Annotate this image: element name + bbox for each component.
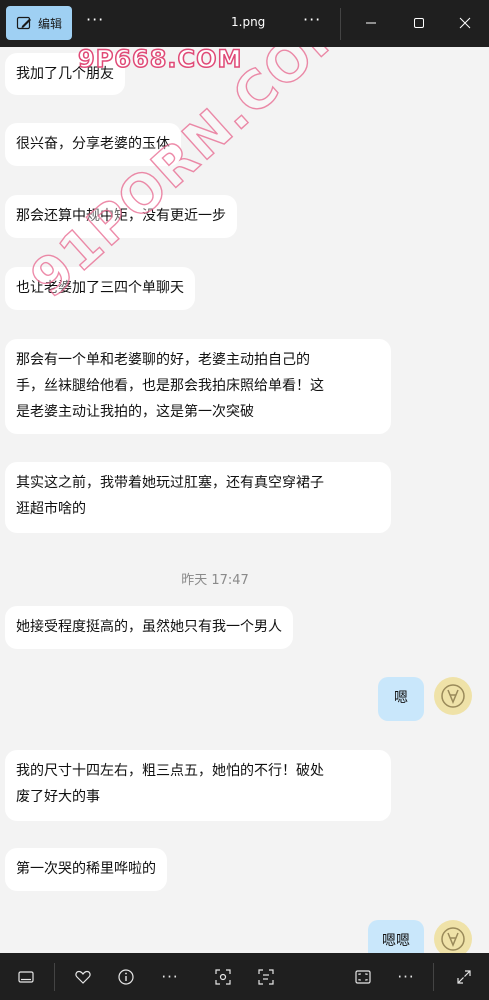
edit-button-label: 编辑 xyxy=(38,16,63,31)
info-icon xyxy=(118,969,134,985)
favorite-button[interactable] xyxy=(71,965,95,989)
my-message-bubble: 嗯 xyxy=(378,677,424,721)
maximize-icon xyxy=(414,18,424,28)
toolbar-separator xyxy=(54,963,55,991)
image-canvas: 我加了几个朋友 很兴奋，分享老婆的玉体 那会还算中规中矩，没有更近一步 也让老婆… xyxy=(0,47,489,953)
see-more-button[interactable]: ··· xyxy=(303,10,321,29)
expand-icon xyxy=(457,970,471,984)
heart-icon xyxy=(75,970,91,984)
visual-search-icon xyxy=(215,969,231,985)
full-screen-button[interactable] xyxy=(452,965,476,989)
close-icon xyxy=(459,17,471,29)
visual-search-button[interactable] xyxy=(211,965,235,989)
message-bubble: 其实这之前，我带着她玩过肛塞，还有真空穿裙子 逛超市啥的 xyxy=(5,462,391,533)
message-line: 废了好大的事 xyxy=(16,789,100,805)
title-separator xyxy=(340,8,341,40)
edit-button[interactable]: 编辑 xyxy=(6,6,72,40)
message-line: 逛超市啥的 xyxy=(16,501,86,517)
more-options-button[interactable]: ··· xyxy=(86,10,104,29)
scan-text-icon xyxy=(258,969,274,985)
close-button[interactable] xyxy=(452,10,478,36)
watermark-top: 9P668.COM xyxy=(77,47,243,74)
scan-text-button[interactable] xyxy=(254,965,278,989)
minimize-icon xyxy=(366,22,376,24)
bottom-toolbar: ··· ··· xyxy=(0,953,489,1000)
message-text: 嗯 xyxy=(394,690,408,706)
filmstrip-button[interactable] xyxy=(14,965,38,989)
avatar-emblem-icon xyxy=(441,684,465,708)
my-message-bubble: 嗯嗯 xyxy=(368,920,424,953)
fit-window-icon xyxy=(355,970,371,984)
message-text: 第一次哭的稀里哗啦的 xyxy=(16,861,156,877)
avatar xyxy=(434,920,472,953)
message-bubble: 那会有一个单和老婆聊的好，老婆主动拍自己的 手，丝袜腿给他看，也是那会我拍床照给… xyxy=(5,339,391,434)
file-name: 1.png xyxy=(231,15,266,29)
edit-image-icon xyxy=(16,16,31,30)
toolbar-separator xyxy=(433,963,434,991)
avatar-emblem-icon xyxy=(441,927,465,951)
maximize-button[interactable] xyxy=(406,10,432,36)
file-info-button[interactable] xyxy=(114,965,138,989)
filmstrip-icon xyxy=(18,971,34,983)
more-actions-button[interactable]: ··· xyxy=(158,965,182,989)
message-bubble: 我的尺寸十四左右，粗三点五，她怕的不行！破处 废了好大的事 xyxy=(5,750,391,821)
chat-timestamp: 昨天 17:47 xyxy=(181,573,249,588)
message-line: 手，丝袜腿给他看，也是那会我拍床照给单看！这 xyxy=(16,378,324,394)
message-line: 是老婆主动让我拍的，这是第一次突破 xyxy=(16,404,254,420)
message-bubble: 第一次哭的稀里哗啦的 xyxy=(5,848,167,891)
fit-to-window-button[interactable] xyxy=(351,965,375,989)
minimize-button[interactable] xyxy=(358,10,384,36)
view-more-button[interactable]: ··· xyxy=(394,965,418,989)
message-line: 我的尺寸十四左右，粗三点五，她怕的不行！破处 xyxy=(16,763,324,779)
message-text: 她接受程度挺高的，虽然她只有我一个男人 xyxy=(16,619,282,635)
message-bubble: 她接受程度挺高的，虽然她只有我一个男人 xyxy=(5,606,293,649)
avatar xyxy=(434,677,472,715)
message-line: 那会有一个单和老婆聊的好，老婆主动拍自己的 xyxy=(16,352,310,368)
message-line: 其实这之前，我带着她玩过肛塞，还有真空穿裙子 xyxy=(16,475,324,491)
message-text: 嗯嗯 xyxy=(382,933,410,949)
title-bar: 编辑 ··· 1.png ··· xyxy=(0,0,489,47)
